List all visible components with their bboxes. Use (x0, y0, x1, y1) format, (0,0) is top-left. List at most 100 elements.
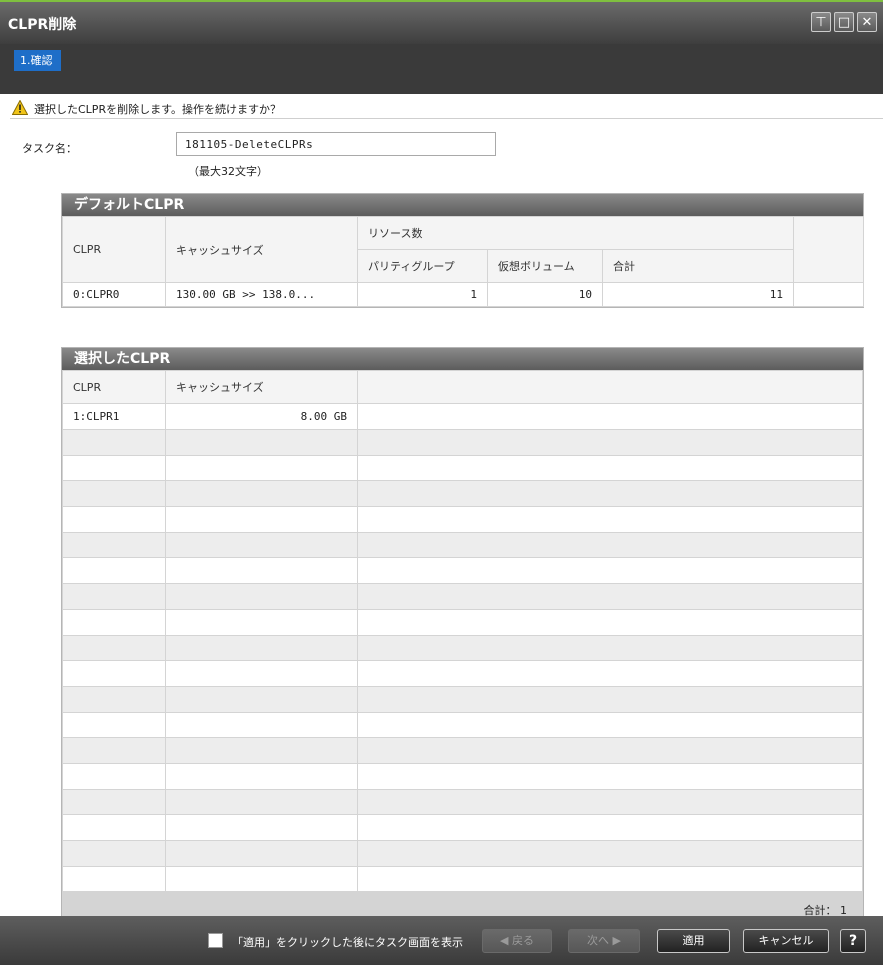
selected-clpr-panel: 選択したCLPR CLPR キャッシュサイズ 1:CLPR1 8.00 GB 合… (61, 347, 864, 928)
empty-cell (62, 814, 166, 841)
col-header-cache-size[interactable]: キャッシュサイズ (165, 370, 358, 404)
empty-cell (165, 865, 358, 893)
table-row-empty (62, 840, 863, 867)
table-row-empty (62, 506, 863, 533)
show-task-checkbox[interactable] (208, 933, 223, 948)
col-header-parity-group[interactable]: パリティグループ (357, 249, 488, 283)
empty-cell (357, 429, 863, 456)
wizard-steps: 1.確認 (0, 44, 883, 94)
table-row[interactable]: 1:CLPR1 8.00 GB (62, 403, 863, 430)
empty-cell (165, 737, 358, 764)
empty-cell (165, 814, 358, 841)
table-row-empty (62, 454, 863, 482)
cell-clpr: 0:CLPR0 (62, 282, 166, 307)
empty-cell (357, 840, 863, 867)
show-task-checkbox-label: 「適用」をクリックした後にタスク画面を表示 (232, 936, 463, 949)
empty-cell (62, 480, 166, 508)
title-bar: CLPR削除 ⊤ □ ✕ (0, 0, 883, 44)
empty-cell (165, 608, 358, 636)
table-row-empty (62, 685, 863, 713)
empty-cell (357, 788, 863, 816)
window-controls: ⊤ □ ✕ (811, 12, 877, 32)
empty-cell (62, 429, 166, 456)
empty-cell (357, 557, 863, 585)
empty-cell (357, 454, 863, 482)
maximize-icon[interactable]: □ (834, 12, 854, 32)
warning-icon (12, 100, 28, 115)
task-name-label: タスク名： (22, 142, 77, 155)
table-row-empty (62, 762, 863, 790)
empty-cell (357, 608, 863, 636)
table-row-empty (62, 634, 863, 662)
back-button[interactable]: ◀ 戻る (482, 929, 552, 953)
empty-cell (165, 480, 358, 508)
task-name-hint: （最大32文字） (188, 165, 268, 178)
empty-cell (62, 454, 166, 482)
empty-cell (62, 506, 166, 533)
selected-clpr-table: CLPR キャッシュサイズ 1:CLPR1 8.00 GB (62, 370, 863, 893)
table-row-empty (62, 608, 863, 636)
cell-blank (357, 403, 863, 430)
selected-clpr-title: 選択したCLPR (62, 348, 863, 370)
empty-cell (62, 840, 166, 867)
table-row-empty (62, 429, 863, 456)
empty-cell (62, 531, 166, 559)
default-clpr-table: CLPR キャッシュサイズ リソース数 パリティグループ 仮想ボリューム 合計 … (62, 216, 865, 307)
pin-icon[interactable]: ⊤ (811, 12, 831, 32)
col-header-total[interactable]: 合計 (601, 249, 795, 283)
empty-cell (165, 583, 358, 610)
default-clpr-panel: デフォルトCLPR CLPR キャッシュサイズ リソース数 パリティグループ 仮… (61, 193, 865, 308)
empty-cell (357, 762, 863, 790)
empty-cell (165, 506, 358, 533)
empty-cell (357, 711, 863, 739)
col-header-clpr[interactable]: CLPR (62, 216, 166, 283)
table-row-empty (62, 480, 863, 508)
empty-cell (357, 583, 863, 610)
close-icon[interactable]: ✕ (857, 12, 877, 32)
empty-cell (357, 480, 863, 508)
window-title: CLPR削除 (8, 17, 77, 33)
empty-cell (62, 583, 166, 610)
empty-cell (165, 660, 358, 687)
next-button[interactable]: 次へ ▶ (568, 929, 640, 953)
cell-total: 11 (601, 282, 795, 307)
table-row-empty (62, 660, 863, 687)
empty-cell (165, 634, 358, 662)
cell-blank (793, 282, 865, 307)
empty-cell (165, 711, 358, 739)
empty-cell (62, 660, 166, 687)
col-header-resources: リソース数 (356, 216, 795, 250)
empty-cell (357, 685, 863, 713)
table-row-empty (62, 814, 863, 841)
empty-cell (62, 762, 166, 790)
apply-button[interactable]: 適用 (657, 929, 730, 953)
cell-clpr: 1:CLPR1 (62, 403, 166, 430)
col-header-blank (793, 216, 865, 283)
cancel-button[interactable]: キャンセル (743, 929, 829, 953)
col-header-blank (357, 370, 863, 404)
col-header-cache-size[interactable]: キャッシュサイズ (165, 216, 358, 283)
table-row-empty (62, 865, 863, 893)
table-row: 0:CLPR0 130.00 GB >> 138.0... 1 10 11 (62, 282, 865, 307)
empty-cell (357, 506, 863, 533)
table-row-empty (62, 583, 863, 610)
table-row-empty (62, 711, 863, 739)
cell-parity-group: 1 (357, 282, 488, 307)
col-header-virtual-volume[interactable]: 仮想ボリューム (487, 249, 603, 283)
empty-cell (165, 557, 358, 585)
table-row-empty (62, 788, 863, 816)
cell-virtual-volume: 10 (487, 282, 603, 307)
col-header-clpr[interactable]: CLPR (62, 370, 166, 404)
empty-cell (357, 634, 863, 662)
empty-cell (62, 608, 166, 636)
empty-cell (165, 429, 358, 456)
empty-cell (62, 737, 166, 764)
task-name-input[interactable]: 181105-DeleteCLPRs (176, 132, 496, 156)
empty-cell (165, 840, 358, 867)
footer-bar: 「適用」をクリックした後にタスク画面を表示 ◀ 戻る 次へ ▶ 適用 キャンセル… (0, 916, 883, 965)
table-row-empty (62, 557, 863, 585)
help-button[interactable]: ? (840, 929, 866, 953)
empty-cell (62, 788, 166, 816)
table-row-empty (62, 737, 863, 764)
empty-cell (165, 685, 358, 713)
